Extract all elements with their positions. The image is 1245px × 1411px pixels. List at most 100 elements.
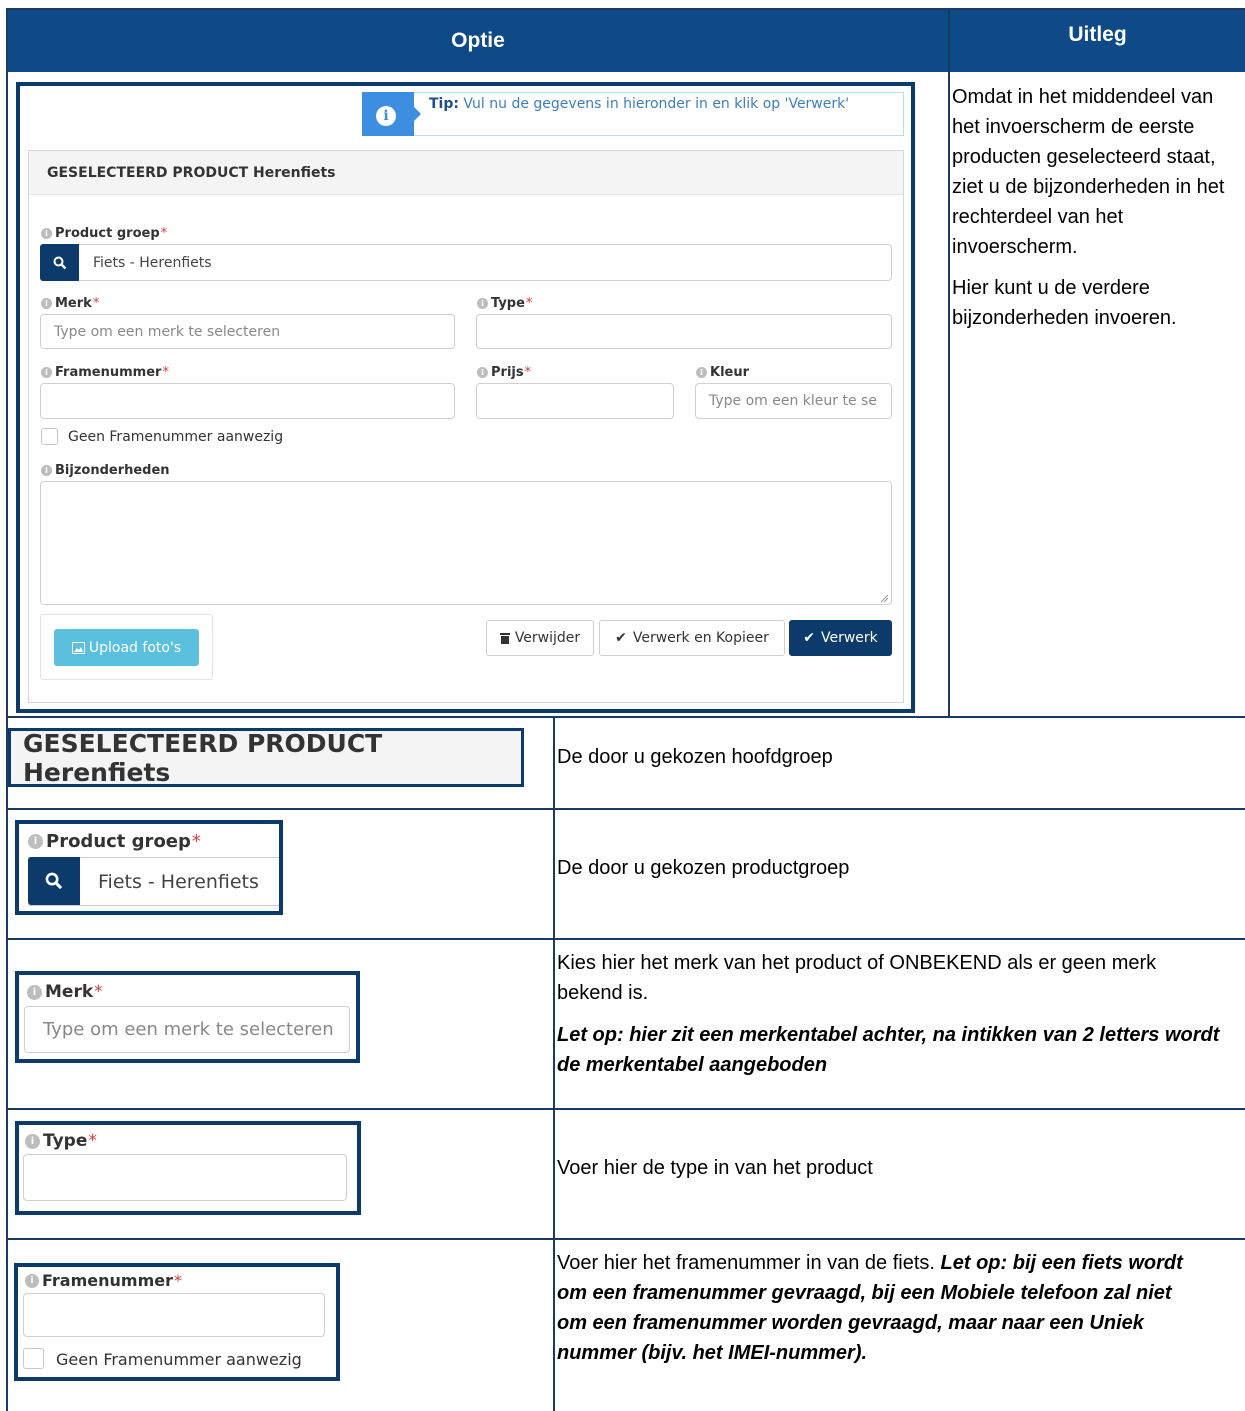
prijs-label: i Prijs *	[477, 365, 531, 380]
bijzonderheden-textarea[interactable]	[40, 481, 892, 605]
info-icon: i	[41, 465, 52, 476]
geen-framenummer-crop-checkbox[interactable]	[23, 1348, 44, 1369]
product-groep-crop-value: Fiets - Herenfiets	[98, 871, 259, 893]
verwijder-button[interactable]: Verwijder	[486, 620, 594, 656]
product-groep-value: Fiets - Herenfiets	[93, 254, 212, 271]
framenummer-label: i Framenummer *	[41, 365, 169, 380]
verwerk-kopieer-button[interactable]: ✔ Verwerk en Kopieer	[599, 620, 785, 656]
row2-uitleg: De door u gekozen hoofdgroep	[557, 746, 833, 768]
row3-uitleg: De door u gekozen productgroep	[557, 857, 850, 879]
trash-icon	[499, 633, 510, 644]
prijs-input[interactable]	[476, 383, 674, 419]
check-icon: ✔	[615, 630, 627, 646]
verwerk-kopieer-label: Verwerk en Kopieer	[632, 630, 769, 646]
column-divider-bottom	[553, 716, 555, 1411]
kleur-label-text: Kleur	[710, 365, 750, 380]
upload-foto-label: Upload foto's	[88, 639, 182, 656]
verwijder-label: Verwijder	[514, 630, 581, 646]
kleur-input[interactable]: Type om een kleur te se	[695, 383, 892, 419]
framenummer-label-text: Framenummer	[55, 365, 162, 380]
framenummer-input[interactable]	[40, 383, 455, 419]
product-groep-input[interactable]: Fiets - Herenfiets	[40, 244, 892, 281]
product-groep-label: i Product groep *	[41, 226, 167, 241]
row-divider-2	[6, 808, 1245, 810]
bijzonderheden-label: i Bijzonderheden	[41, 463, 170, 478]
header-uitleg: Uitleg	[950, 10, 1245, 72]
tip-message: Vul nu de gegevens in hieronder in en kl…	[463, 96, 850, 112]
merk-label: i Merk *	[41, 296, 99, 311]
merk-input[interactable]: Type om een merk te selecteren	[40, 314, 455, 349]
upload-foto-button[interactable]: Upload foto's	[54, 629, 199, 666]
search-button[interactable]	[28, 857, 80, 905]
info-icon: i	[28, 834, 43, 849]
info-icon: i	[477, 298, 488, 309]
info-icon: i	[376, 106, 396, 126]
merk-label-text: Merk	[55, 296, 92, 311]
product-groep-crop-label: i Product groep *	[28, 831, 201, 852]
search-button[interactable]	[40, 244, 79, 281]
framenummer-crop-input[interactable]	[23, 1293, 325, 1337]
panel-title-crop-text: GESELECTEERD PRODUCT Herenfiets	[23, 728, 383, 787]
resize-handle-icon[interactable]	[880, 594, 889, 603]
type-crop-label-text: Type	[43, 1131, 88, 1151]
required-mark: *	[160, 226, 168, 241]
framenummer-crop-label-text: Framenummer	[42, 1271, 173, 1290]
merk-placeholder: Type om een merk te selecteren	[54, 323, 281, 340]
type-crop-input[interactable]	[23, 1154, 347, 1201]
row1-uitleg-p1: Omdat in het middendeel van het invoersc…	[952, 86, 1225, 258]
panel-title-crop: GESELECTEERD PRODUCT Herenfiets	[8, 728, 524, 787]
info-icon: i	[41, 367, 52, 378]
type-crop-label: i Type *	[25, 1131, 97, 1151]
row1-uitleg: Omdat in het middendeel van het invoersc…	[952, 82, 1242, 333]
row-divider-1	[6, 716, 1245, 718]
required-mark: *	[88, 1131, 97, 1151]
info-icon: i	[41, 298, 52, 309]
required-mark: *	[525, 296, 533, 311]
row5-uitleg: Voer hier de type in van het product	[557, 1157, 873, 1179]
required-mark: *	[524, 365, 532, 380]
framenummer-crop-label: i Framenummer *	[25, 1271, 182, 1290]
row1-uitleg-p2: Hier kunt u de verdere bijzonderheden in…	[952, 277, 1177, 329]
merk-crop-placeholder: Type om een merk te selecteren	[43, 1019, 334, 1040]
kleur-label: i Kleur	[696, 365, 749, 380]
search-icon	[53, 256, 66, 269]
search-icon	[45, 872, 63, 890]
header-uitleg-label: Uitleg	[1068, 23, 1127, 46]
product-groep-label-text: Product groep	[55, 226, 160, 241]
required-mark: *	[162, 365, 169, 380]
row4-uitleg-p2: Let op: hier zit een merkentabel achter,…	[557, 1024, 1220, 1076]
prijs-label-text: Prijs	[491, 365, 524, 380]
panel-title: GESELECTEERD PRODUCT Herenfiets	[47, 165, 336, 181]
merk-crop-input[interactable]: Type om een merk te selecteren	[24, 1006, 350, 1053]
required-mark: *	[173, 1271, 182, 1290]
image-icon	[71, 641, 85, 654]
row-divider-4	[6, 1108, 1245, 1110]
merk-crop-label: i Merk *	[27, 982, 103, 1002]
table-border-left	[6, 8, 8, 1411]
type-label-text: Type	[491, 296, 525, 311]
info-icon: i	[477, 367, 488, 378]
header-optie: Optie	[8, 10, 948, 72]
header-optie-label: Optie	[451, 29, 505, 52]
merk-crop-label-text: Merk	[45, 982, 94, 1002]
geen-framenummer-checkbox[interactable]	[41, 428, 58, 445]
info-icon: i	[25, 1133, 40, 1149]
column-divider-top	[948, 8, 950, 718]
verwerk-button[interactable]: ✔ Verwerk	[789, 620, 892, 656]
row-divider-3	[6, 938, 1245, 940]
row6-uitleg: Voer hier het framenummer in van de fiet…	[557, 1248, 1197, 1368]
row6-uitleg-normal: Voer hier het framenummer in van de fiet…	[557, 1252, 935, 1274]
required-mark: *	[94, 982, 103, 1002]
info-icon: i	[696, 367, 707, 378]
product-groep-crop-label-text: Product groep	[46, 831, 191, 852]
info-icon: i	[25, 1273, 39, 1288]
geen-framenummer-label: Geen Framenummer aanwezig	[68, 429, 284, 445]
bijzonderheden-label-text: Bijzonderheden	[55, 463, 170, 478]
tip-label: Tip:	[429, 96, 459, 112]
required-mark: *	[191, 831, 201, 852]
check-icon: ✔	[803, 630, 815, 646]
row4-uitleg-p1: Kies hier het merk van het product of ON…	[557, 952, 1157, 1004]
type-input[interactable]	[476, 314, 892, 349]
info-icon: i	[27, 984, 42, 1000]
tip-text: Tip: Vul nu de gegevens in hieronder in …	[429, 96, 849, 112]
